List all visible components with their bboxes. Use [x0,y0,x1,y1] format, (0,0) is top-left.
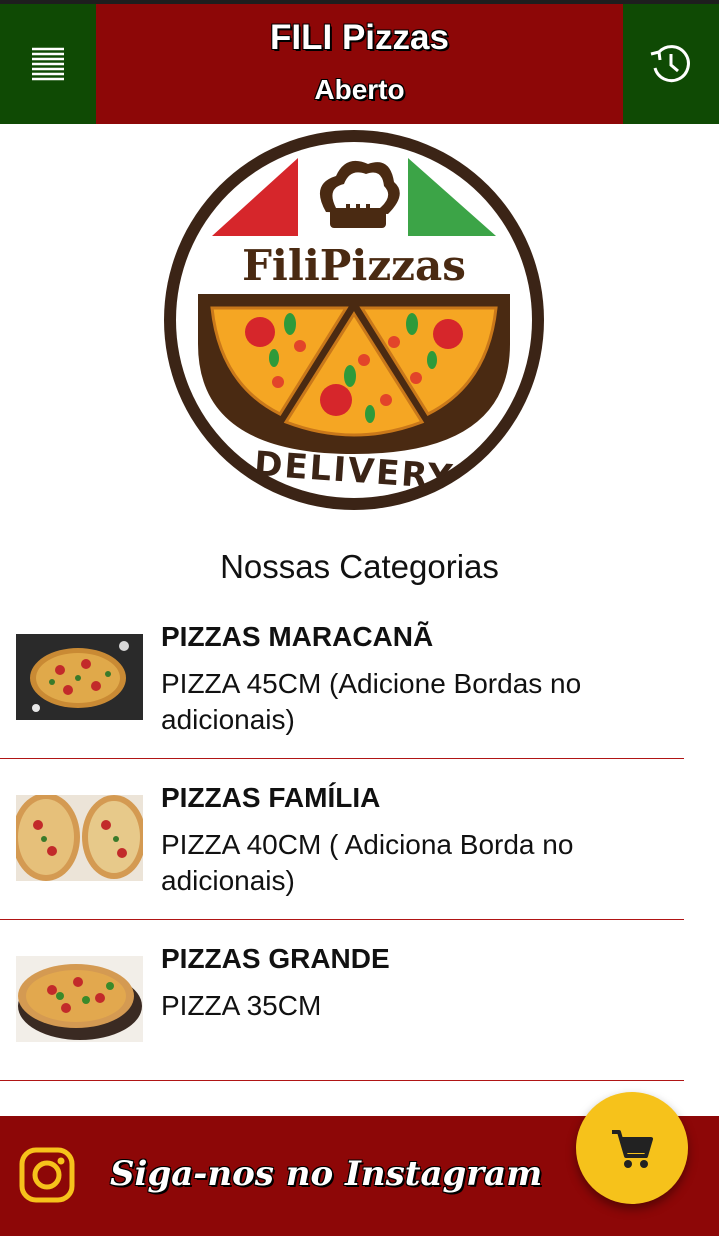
category-name: PIZZAS FAMÍLIA [161,782,381,813]
cart-icon [612,1130,653,1168]
history-icon [650,45,690,83]
instagram-label: Siga-nos no Instagram [110,1154,543,1194]
section-title: Nossas Categorias [220,548,499,585]
category-list: PIZZAS MARACANÃ PIZZA 45CM (Adicione Bor… [0,600,684,1081]
store-logo: FiliPizzas DELIVERY [150,124,560,524]
category-item-familia[interactable]: PIZZAS FAMÍLIA PIZZA 40CM ( Adiciona Bor… [0,761,684,920]
app-title: FILI Pizzas [270,18,449,57]
category-name: PIZZAS GRANDE [161,943,390,974]
cart-button[interactable] [576,1092,688,1204]
category-thumbnail [16,795,143,881]
menu-button[interactable] [0,4,96,124]
header-title-area: FILI Pizzas Aberto [96,4,623,124]
category-item-grande[interactable]: PIZZAS GRANDE PIZZA 35CM [0,922,684,1081]
category-thumbnail [16,634,143,720]
logo-wordmark: FiliPizzas [242,241,466,290]
category-description: PIZZA 40CM ( Adiciona Borda no adicionai… [161,829,574,896]
category-item-maracana[interactable]: PIZZAS MARACANÃ PIZZA 45CM (Adicione Bor… [0,600,684,759]
category-description: PIZZA 35CM [161,990,322,1021]
menu-icon [32,47,64,81]
category-thumbnail [16,956,143,1042]
store-status: Aberto [314,74,405,105]
app-header: FILI Pizzas Aberto [0,4,719,124]
category-description: PIZZA 45CM (Adicione Bordas no adicionai… [161,668,582,735]
category-name: PIZZAS MARACANÃ [161,621,434,652]
instagram-icon [19,1147,75,1203]
history-button[interactable] [623,4,719,124]
